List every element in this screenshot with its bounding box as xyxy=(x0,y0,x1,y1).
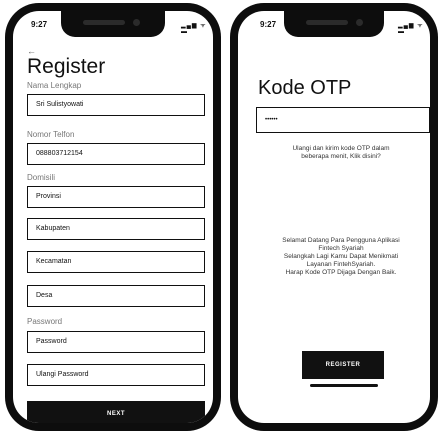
resend-line-2: beberapa menit, Klik disini? xyxy=(301,153,381,160)
welcome-message: Selamat Datang Para Pengguna Aplikasi Fi… xyxy=(266,237,416,277)
notch xyxy=(284,11,384,37)
page-title: Kode OTP xyxy=(258,77,352,99)
next-button[interactable]: NEXT xyxy=(27,401,205,423)
home-indicator xyxy=(310,384,378,387)
register-button[interactable]: REGISTER xyxy=(302,351,384,379)
telfon-field[interactable]: 088803712154 xyxy=(27,143,205,165)
notch xyxy=(61,11,165,37)
speaker xyxy=(306,20,348,25)
status-time: 9:27 xyxy=(31,20,48,29)
welcome-line: Selamat Datang Para Pengguna Aplikasi xyxy=(282,237,400,244)
otp-screen: 9:27 ▂▄▆ ᯤ ▬ Kode OTP •••••• Ulangi dan … xyxy=(238,11,430,423)
kabupaten-field[interactable]: Kabupaten xyxy=(27,218,205,240)
speaker xyxy=(83,20,125,25)
desa-field[interactable]: Desa xyxy=(27,285,205,307)
confirm-password-field[interactable]: Ulangi Password xyxy=(27,364,205,386)
phone-frame-register: 9:27 ▂▄▆ ᯤ ▬ ← Register Nama Lengkap Sri… xyxy=(5,3,221,431)
status-icons: ▂▄▆ ᯤ ▬ xyxy=(398,23,424,35)
nama-label: Nama Lengkap xyxy=(27,81,82,90)
page-title: Register xyxy=(27,55,106,78)
resend-otp-link[interactable]: Ulangi dan kirim kode OTP dalam beberapa… xyxy=(266,145,416,161)
nama-field[interactable]: Sri Sulistyowati xyxy=(27,94,205,116)
resend-line-1: Ulangi dan kirim kode OTP dalam xyxy=(292,145,390,152)
telfon-label: Nomor Telfon xyxy=(27,130,75,139)
camera xyxy=(133,19,140,26)
welcome-line: Harap Kode OTP Dijaga Dengan Baik. xyxy=(285,269,397,276)
provinsi-field[interactable]: Provinsi xyxy=(27,186,205,208)
status-time: 9:27 xyxy=(260,20,277,29)
welcome-line: Fintech Syariah xyxy=(318,245,364,252)
password-field[interactable]: Password xyxy=(27,331,205,353)
password-label: Password xyxy=(27,317,63,326)
otp-input[interactable]: •••••• xyxy=(256,107,430,133)
camera xyxy=(356,19,363,26)
register-screen: 9:27 ▂▄▆ ᯤ ▬ ← Register Nama Lengkap Sri… xyxy=(13,11,213,423)
kecamatan-field[interactable]: Kecamatan xyxy=(27,251,205,273)
welcome-line: Layanan FintehSyariah. xyxy=(306,261,376,268)
domisili-label: Domisili xyxy=(27,173,55,182)
phone-frame-otp: 9:27 ▂▄▆ ᯤ ▬ Kode OTP •••••• Ulangi dan … xyxy=(230,3,438,431)
status-icons: ▂▄▆ ᯤ ▬ xyxy=(181,23,207,35)
welcome-line: Selangkah Lagi Kamu Dapat Menikmati xyxy=(283,253,399,260)
